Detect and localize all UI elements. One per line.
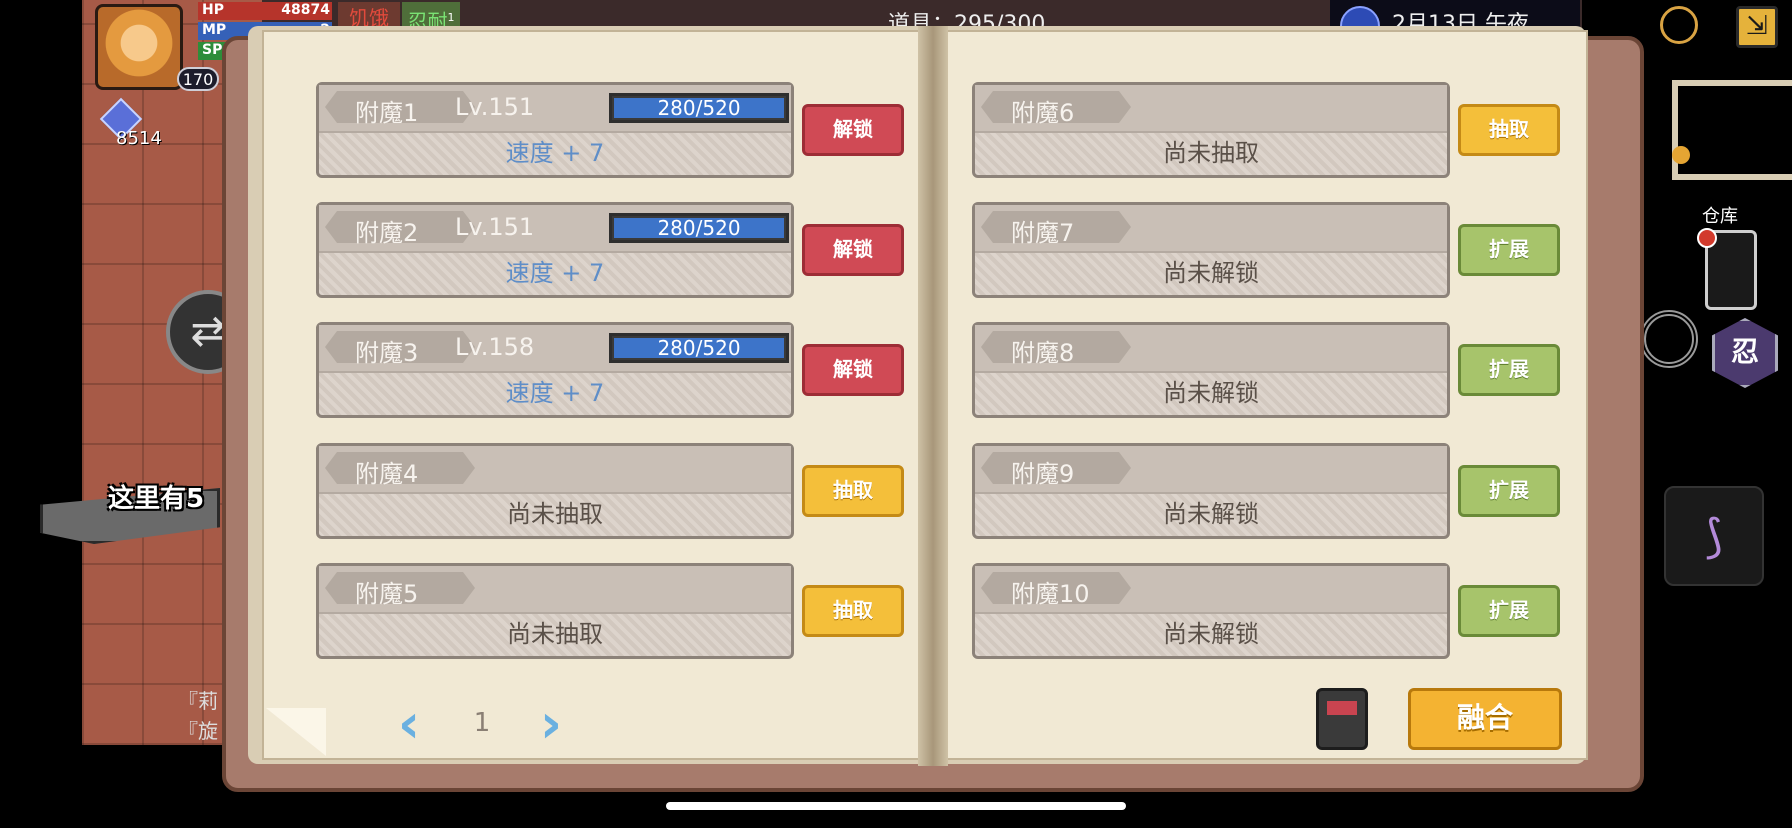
slot-status: 尚未解锁 [1163,620,1259,648]
slot-header: 附魔6 [975,85,1447,133]
slot-name: 附魔10 [1011,580,1090,608]
hp-value: 48874 [281,2,330,18]
trash-icon[interactable] [1316,688,1368,750]
slot-name: 附魔9 [1011,460,1075,488]
exp-text: 280/520 [657,216,741,240]
slot-header: 附魔3 Lv.158 280/520 [319,325,791,373]
enchant-slot[interactable]: 附魔4 尚未抽取 [316,443,794,539]
enchant-slot[interactable]: 附魔7 尚未解锁 [972,202,1450,298]
home-indicator[interactable] [666,802,1126,810]
enchant-slot[interactable]: 附魔6 尚未抽取 [972,82,1450,178]
slot-name: 附魔1 [355,99,419,127]
globe-icon[interactable] [1660,6,1698,44]
unlock-button[interactable]: 解锁 [802,344,904,396]
slot-name: 附魔2 [355,219,419,247]
chat-log: 『莉 『旋 [178,686,218,746]
chat-line: 『旋 [178,719,218,743]
slot-header: 附魔7 [975,205,1447,253]
slot-header: 附魔9 [975,446,1447,494]
slot-header: 附魔2 Lv.151 280/520 [319,205,791,253]
slot-name: 附魔8 [1011,339,1075,367]
sp-label: SP [202,42,223,58]
exp-bar: 280/520 [609,213,789,243]
unlock-button[interactable]: 解锁 [802,104,904,156]
expand-button[interactable]: 扩展 [1458,224,1560,276]
slot-header: 附魔1 Lv.151 280/520 [319,85,791,133]
exp-text: 280/520 [657,96,741,120]
slot-stat: 速度 + 7 [505,139,605,167]
status-endure-count: 1 [447,11,455,24]
enchant-slot[interactable]: 附魔10 尚未解锁 [972,563,1450,659]
slot-header: 附魔10 [975,566,1447,614]
spiral-icon[interactable] [1640,310,1698,368]
slot-status: 尚未抽取 [507,500,603,528]
slot-header: 附魔5 [319,566,791,614]
book-spine [918,26,948,766]
gem-counter: 8514 [98,97,168,150]
hp-label: HP [202,2,224,18]
slot-stat: 速度 + 7 [505,259,605,287]
gem-count-value: 8514 [116,128,162,149]
slot-status: 尚未解锁 [1163,500,1259,528]
extract-button[interactable]: 抽取 [802,465,904,517]
fuse-button[interactable]: 融合 [1408,688,1562,750]
enchant-slot[interactable]: 附魔2 Lv.151 280/520 速度 + 7 [316,202,794,298]
exp-bar: 280/520 [609,93,789,123]
expand-button[interactable]: 扩展 [1458,585,1560,637]
slot-level: Lv.151 [455,93,535,121]
enchant-slot[interactable]: 附魔5 尚未抽取 [316,563,794,659]
chevron-right-icon[interactable]: › [530,697,572,752]
slot-name: 附魔5 [355,580,419,608]
slot-header: 附魔8 [975,325,1447,373]
chat-line: 『莉 [178,689,218,713]
enchant-slot[interactable]: 附魔9 尚未解锁 [972,443,1450,539]
enchant-slot[interactable]: 附魔8 尚未解锁 [972,322,1450,418]
exp-text: 280/520 [657,336,741,360]
expand-button[interactable]: 扩展 [1458,465,1560,517]
slot-status: 尚未抽取 [1163,139,1259,167]
slot-status: 尚未解锁 [1163,379,1259,407]
enchant-slot[interactable]: 附魔1 Lv.151 280/520 速度 + 7 [316,82,794,178]
slot-name: 附魔7 [1011,219,1075,247]
chevron-left-icon[interactable]: ‹ [388,697,430,752]
extract-button[interactable]: 抽取 [802,585,904,637]
page-number: 1 [473,708,491,738]
slot-level: Lv.158 [455,333,535,361]
minimap[interactable] [1672,80,1792,180]
warehouse-label: 仓库 [1702,206,1738,227]
slot-name: 附魔6 [1011,99,1075,127]
slot-status: 尚未解锁 [1163,259,1259,287]
slot-name: 附魔4 [355,460,419,488]
extract-button[interactable]: 抽取 [1458,104,1560,156]
slot-level: Lv.151 [455,213,535,241]
unlock-button[interactable]: 解锁 [802,224,904,276]
hp-bar: HP 48874 [198,2,332,20]
exp-bar: 280/520 [609,333,789,363]
slot-name: 附魔3 [355,339,419,367]
player-level: 170 [177,67,219,91]
exit-icon[interactable]: ⇲ [1736,6,1778,48]
enchant-slot[interactable]: 附魔3 Lv.158 280/520 速度 + 7 [316,322,794,418]
chat-bubble: 这里有5 [108,484,205,514]
player-avatar[interactable] [95,4,183,90]
notification-dot [1697,228,1717,248]
minimap-player-marker [1672,146,1690,164]
bow-skill-icon[interactable]: ⟆ [1664,486,1764,586]
slot-header: 附魔4 [319,446,791,494]
expand-button[interactable]: 扩展 [1458,344,1560,396]
slot-stat: 速度 + 7 [505,379,605,407]
mp-label: MP [202,22,227,38]
slot-status: 尚未抽取 [507,620,603,648]
